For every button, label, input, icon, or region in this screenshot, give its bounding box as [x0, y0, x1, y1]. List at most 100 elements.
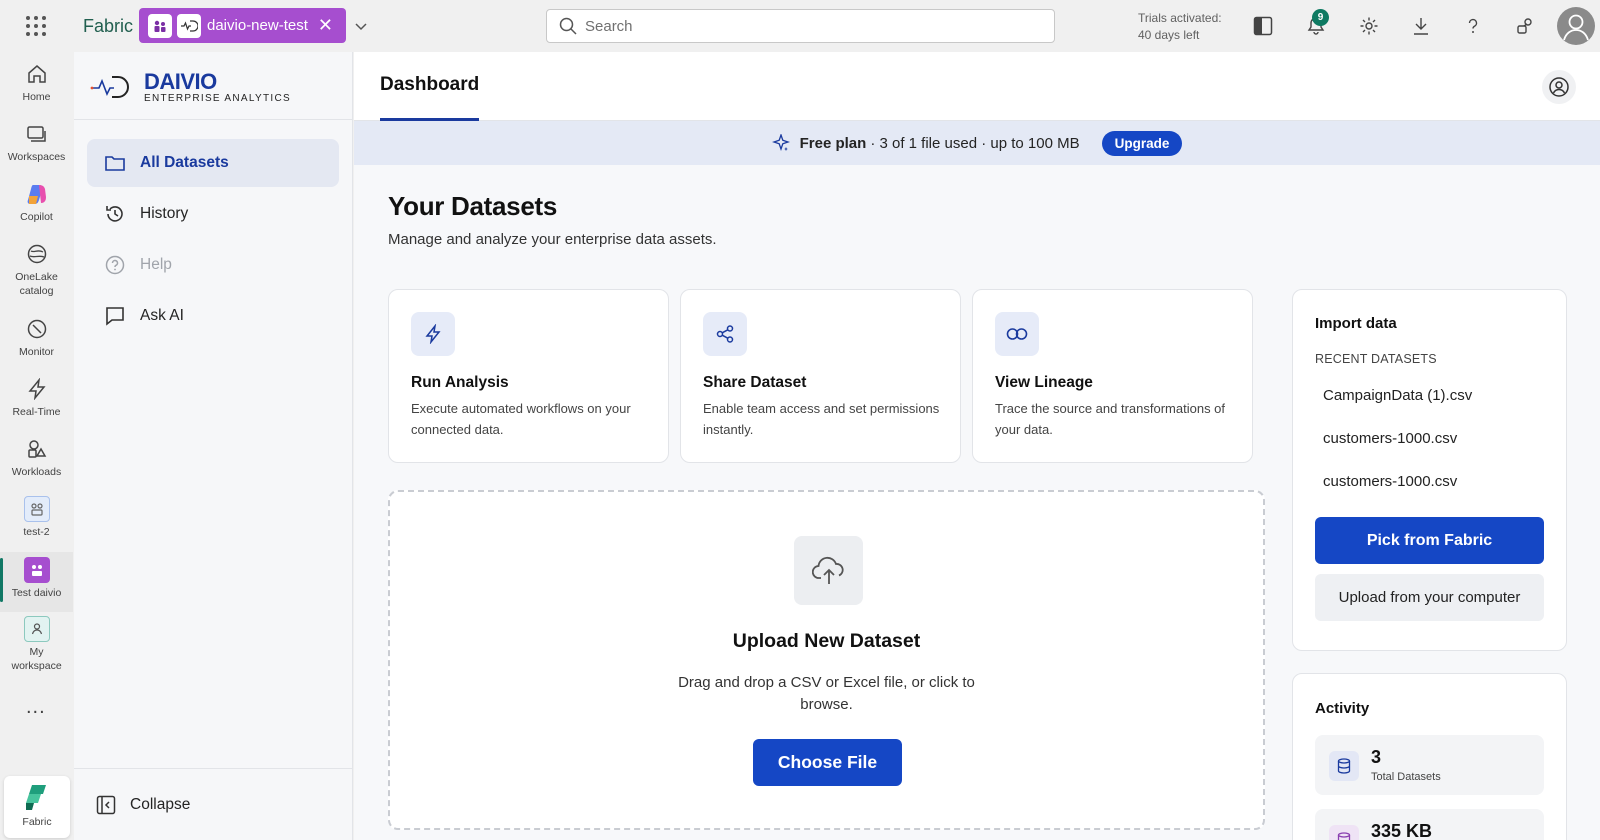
tab-dashboard[interactable]: Dashboard — [380, 74, 479, 96]
nav-label: Help — [140, 256, 172, 273]
plan-banner: Free plan · 3 of 1 file used · up to 100… — [354, 121, 1600, 165]
activity-title: Activity — [1315, 700, 1370, 717]
fabric-home-button[interactable]: Fabric — [4, 776, 70, 838]
view-lineage-card[interactable]: View Lineage Trace the source and transf… — [972, 289, 1253, 463]
nav-history[interactable]: History — [87, 190, 339, 238]
share-feedback-icon[interactable] — [1512, 13, 1538, 39]
rail-item-workspaces[interactable]: Workspaces — [0, 120, 73, 164]
plan-name: Free plan — [799, 134, 867, 152]
rail-label: Real-Time — [12, 406, 61, 418]
app-logo: DAIVIO ENTERPRISE ANALYTICS — [74, 52, 352, 120]
workspaces-icon — [26, 126, 46, 142]
home-icon — [27, 65, 46, 83]
search-icon — [559, 17, 577, 35]
copilot-icon — [27, 185, 46, 204]
notification-badge: 9 — [1312, 9, 1329, 26]
rail-label: Home — [22, 91, 51, 103]
more-icon[interactable]: ... — [26, 696, 46, 719]
app-launcher-icon[interactable] — [26, 16, 46, 36]
logo-subtitle: ENTERPRISE ANALYTICS — [144, 93, 291, 104]
plan-usage: · 3 of 1 file used · up to 100 MB — [870, 134, 1080, 152]
workspace-pill[interactable]: daivio-new-test ✕ — [139, 8, 346, 43]
nav-help[interactable]: Help — [87, 241, 339, 289]
card-description: Enable team access and set permissions i… — [703, 401, 940, 437]
recent-datasets-header: RECENT DATASETS — [1315, 352, 1437, 366]
nav-ask-ai[interactable]: Ask AI — [87, 292, 339, 340]
collapse-label: Collapse — [130, 795, 191, 813]
daivio-item-icon — [177, 13, 201, 38]
import-title: Import data — [1315, 315, 1397, 332]
share-icon — [716, 325, 734, 343]
gear-icon[interactable] — [1356, 13, 1382, 39]
workspace-icon — [23, 557, 50, 583]
chat-icon — [106, 307, 124, 326]
rail-label: Workloads — [11, 466, 62, 478]
rail-label: Monitor — [18, 346, 54, 358]
rail-item-workloads[interactable]: Workloads — [0, 435, 73, 479]
main-header: Dashboard — [354, 52, 1600, 121]
trial-status: Trials activated: 40 days left — [1138, 10, 1222, 44]
card-description: Trace the source and transformations of … — [995, 401, 1226, 437]
choose-file-button[interactable]: Choose File — [753, 739, 902, 786]
history-icon — [106, 206, 123, 222]
rail-item-copilot[interactable]: Copilot — [0, 180, 73, 224]
upload-from-computer-button[interactable]: Upload from your computer — [1315, 574, 1544, 621]
workspace-icon — [148, 13, 172, 38]
search-box[interactable] — [546, 9, 1055, 43]
share-dataset-card[interactable]: Share Dataset Enable team access and set… — [680, 289, 961, 463]
nav-label: All Datasets — [140, 154, 229, 171]
recent-dataset-item[interactable]: customers-1000.csv — [1323, 473, 1457, 490]
lightning-icon — [27, 378, 46, 400]
fabric-label: Fabric — [22, 816, 52, 828]
storage-icon — [1337, 832, 1351, 840]
folder-icon — [105, 156, 125, 171]
download-icon[interactable] — [1408, 13, 1434, 39]
help-icon — [105, 255, 125, 275]
workspace-pill-label: daivio-new-test — [207, 17, 308, 34]
collapse-icon — [96, 795, 116, 815]
rail-item-real-time[interactable]: Real-Time — [0, 375, 73, 419]
chevron-down-icon[interactable] — [355, 18, 367, 36]
card-description: Execute automated workflows on your conn… — [411, 401, 631, 437]
recent-dataset-item[interactable]: customers-1000.csv — [1323, 430, 1457, 447]
nav-all-datasets[interactable]: All Datasets — [87, 139, 339, 187]
rail-item-onelake[interactable]: OneLake catalog — [0, 240, 73, 298]
rail-label: Workspaces — [7, 151, 66, 163]
close-icon[interactable]: ✕ — [318, 15, 333, 36]
recent-dataset-item[interactable]: CampaignData (1).csv — [1323, 387, 1472, 404]
rail-item-test-2[interactable]: test-2 — [0, 495, 73, 539]
nav-label: History — [140, 205, 189, 222]
collapse-button[interactable]: Collapse — [74, 768, 353, 840]
stat-storage: 335 KB — [1315, 809, 1544, 840]
app-sidebar: DAIVIO ENTERPRISE ANALYTICS All Datasets… — [74, 52, 353, 840]
run-analysis-card[interactable]: Run Analysis Execute automated workflows… — [388, 289, 669, 463]
stat-value: 3 — [1371, 747, 1382, 767]
search-input[interactable] — [585, 17, 1025, 35]
workloads-icon — [27, 440, 46, 458]
monitor-icon — [27, 319, 46, 339]
rail-item-my-workspace[interactable]: My workspace — [0, 615, 73, 673]
rail-label: Copilot — [20, 211, 53, 223]
fabric-rail: Home Workspaces Copilot OneLake catalog … — [0, 52, 73, 840]
upload-description: Drag and drop a CSV or Excel file, or cl… — [678, 674, 975, 713]
sparkle-icon — [771, 134, 790, 151]
fabric-logo-icon — [26, 785, 46, 810]
card-title: Share Dataset — [703, 374, 807, 391]
panel-toggle-icon[interactable] — [1250, 13, 1276, 39]
rail-item-monitor[interactable]: Monitor — [0, 315, 73, 359]
card-title: View Lineage — [995, 374, 1093, 391]
person-icon — [23, 616, 50, 642]
avatar[interactable] — [1557, 7, 1595, 45]
lightning-icon — [425, 324, 441, 344]
user-profile-icon[interactable] — [1542, 70, 1576, 104]
onelake-icon — [27, 244, 46, 264]
help-icon[interactable] — [1460, 13, 1486, 39]
brand-label[interactable]: Fabric — [83, 16, 133, 37]
database-icon — [1337, 758, 1351, 774]
pick-from-fabric-button[interactable]: Pick from Fabric — [1315, 517, 1544, 564]
page-title: Your Datasets — [388, 191, 558, 221]
rail-item-test-daivio[interactable]: Test daivio — [0, 552, 73, 612]
rail-item-home[interactable]: Home — [0, 60, 73, 104]
upload-dropzone[interactable]: Upload New Dataset Drag and drop a CSV o… — [388, 490, 1265, 830]
upgrade-button[interactable]: Upgrade — [1101, 130, 1183, 156]
